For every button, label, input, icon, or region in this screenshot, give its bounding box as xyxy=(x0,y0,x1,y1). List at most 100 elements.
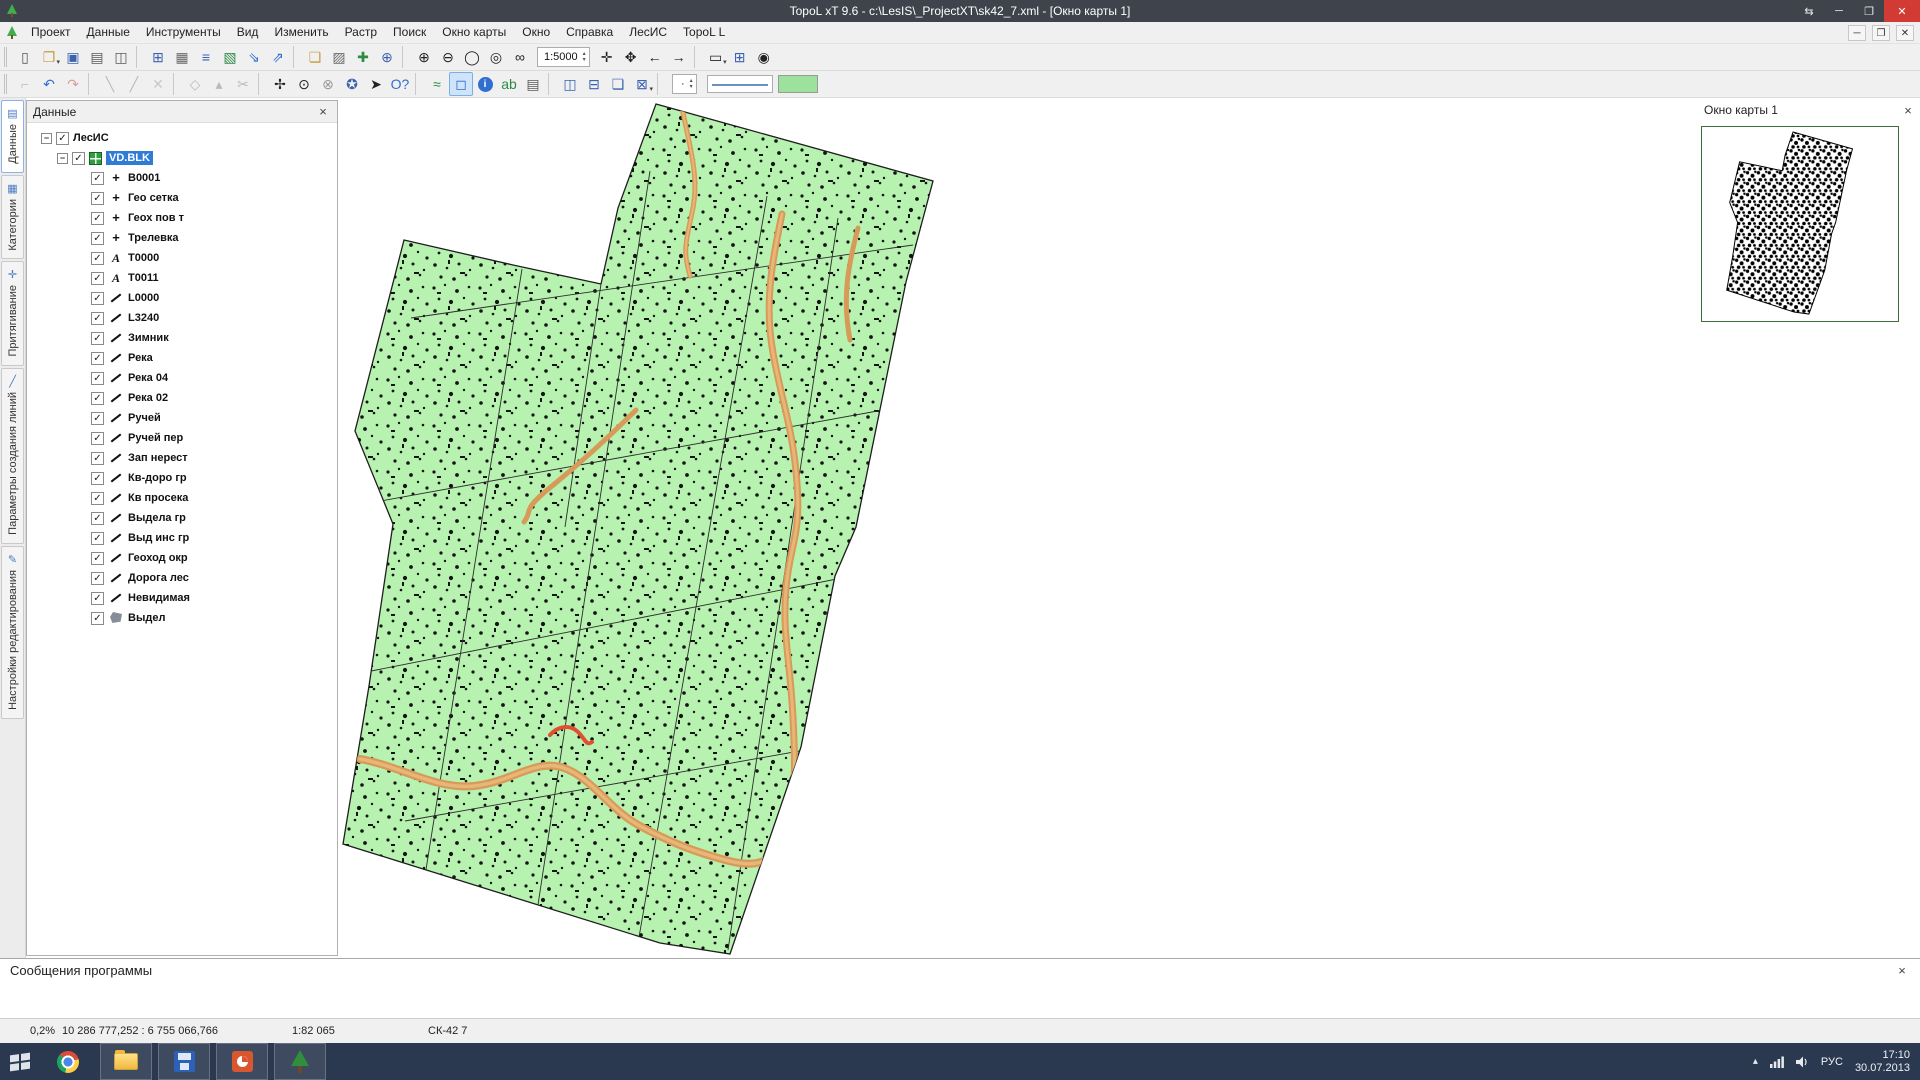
hidden-icons-icon[interactable] xyxy=(1753,1056,1758,1067)
layer-checkbox[interactable] xyxy=(91,172,104,185)
layer-checkbox[interactable] xyxy=(91,272,104,285)
clock[interactable]: 17:10 30.07.2013 xyxy=(1855,1049,1910,1075)
layer-checkbox[interactable] xyxy=(91,392,104,405)
info-icon[interactable]: i xyxy=(473,72,497,96)
import-icon[interactable]: ⇘ xyxy=(242,45,266,69)
layer-checkbox[interactable] xyxy=(91,472,104,485)
undo-icon[interactable]: ↶ xyxy=(37,72,61,96)
layer-checkbox[interactable] xyxy=(91,252,104,265)
draw-line-icon[interactable]: ╲ xyxy=(98,72,122,96)
toolbar-separator[interactable] xyxy=(402,46,409,68)
print-icon[interactable]: ▤ xyxy=(85,45,109,69)
toolbar-separator[interactable] xyxy=(548,73,555,95)
explorer-icon[interactable] xyxy=(100,1043,152,1080)
prev-view-icon[interactable]: ← xyxy=(643,45,667,69)
point-style-combo[interactable]: · xyxy=(672,74,697,94)
scale-combo[interactable]: 1:5000 xyxy=(537,47,590,67)
toolbar-separator[interactable] xyxy=(657,73,664,95)
zoom-all-icon[interactable]: ◎ xyxy=(484,45,508,69)
layer-row[interactable]: Дорога лес xyxy=(27,568,337,588)
select-cursor-icon[interactable]: ➤ xyxy=(364,72,388,96)
layers-icon[interactable]: ▧ xyxy=(218,45,242,69)
layer-checkbox[interactable] xyxy=(91,572,104,585)
toolbar-grip[interactable] xyxy=(4,74,9,94)
mdi-minimize-icon[interactable]: ─ xyxy=(1848,25,1866,41)
collapse-icon[interactable] xyxy=(57,153,68,164)
messages-close-icon[interactable] xyxy=(1894,963,1910,978)
layer-checkbox[interactable] xyxy=(91,432,104,445)
layer-row[interactable]: Выдел xyxy=(27,608,337,628)
hand-icon[interactable]: ✥ xyxy=(619,45,643,69)
select-area-icon[interactable]: ▭ xyxy=(704,45,728,69)
query-icon[interactable]: О? xyxy=(388,72,412,96)
overview-close-icon[interactable] xyxy=(1900,103,1916,118)
layer-checkbox[interactable] xyxy=(91,532,104,545)
new-window-icon[interactable]: ⊞ xyxy=(728,45,752,69)
menu-item[interactable]: Данные xyxy=(79,22,138,43)
tab-snapping[interactable]: ✛ Притягивание xyxy=(1,261,24,366)
hatch-icon[interactable]: ▨ xyxy=(327,45,351,69)
layer-row[interactable]: Река 04 xyxy=(27,368,337,388)
layer-checkbox[interactable] xyxy=(91,312,104,325)
layer-checkbox[interactable] xyxy=(91,612,104,625)
menu-item[interactable]: Поиск xyxy=(385,22,434,43)
layer-row[interactable]: Кв просека xyxy=(27,488,337,508)
folder-icon[interactable]: ❏ xyxy=(303,45,327,69)
tab-line-params[interactable]: ╱ Параметры создания линий xyxy=(1,368,24,544)
layer-checkbox[interactable] xyxy=(91,372,104,385)
tab-data[interactable]: ▤ Данные xyxy=(1,100,24,173)
layer-row[interactable]: B0001 xyxy=(27,168,337,188)
layer-checkbox[interactable] xyxy=(91,332,104,345)
erase-icon[interactable]: ✕ xyxy=(146,72,170,96)
overview-thumbnail[interactable] xyxy=(1701,126,1899,322)
snap-icon[interactable]: ◇ xyxy=(183,72,207,96)
toolbar-separator[interactable] xyxy=(136,46,143,68)
topol-icon[interactable] xyxy=(274,1043,326,1080)
close-icon[interactable]: ✕ xyxy=(1884,0,1920,22)
layer-checkbox[interactable] xyxy=(91,212,104,225)
layer-checkbox[interactable] xyxy=(91,552,104,565)
label-icon[interactable]: ▤ xyxy=(521,72,545,96)
layer-row[interactable]: Река 02 xyxy=(27,388,337,408)
layer-row[interactable]: Река xyxy=(27,348,337,368)
grid-icon[interactable]: ▦ xyxy=(170,45,194,69)
toolbar-grip[interactable] xyxy=(4,47,9,67)
layer-row[interactable]: L0000 xyxy=(27,288,337,308)
pan-icon[interactable]: ✛ xyxy=(595,45,619,69)
toolbar-separator[interactable] xyxy=(293,46,300,68)
color-swatch[interactable] xyxy=(778,75,818,93)
layer-row[interactable]: Зап нерест xyxy=(27,448,337,468)
line-style-preview[interactable] xyxy=(707,75,773,93)
visibility-icon[interactable]: ◉ xyxy=(752,45,776,69)
list-icon[interactable]: ≡ xyxy=(194,45,218,69)
tab-edit-settings[interactable]: ✎ Настройки редактирования xyxy=(1,546,24,719)
layer-checkbox[interactable] xyxy=(91,492,104,505)
layer-checkbox[interactable] xyxy=(91,592,104,605)
volume-icon[interactable] xyxy=(1796,1056,1809,1068)
next-view-icon[interactable]: → xyxy=(667,45,691,69)
toolbar-separator[interactable] xyxy=(88,73,95,95)
toolbar-separator[interactable] xyxy=(173,73,180,95)
mdi-restore-icon[interactable]: ❐ xyxy=(1872,25,1890,41)
layer-checkbox[interactable] xyxy=(91,232,104,245)
root-checkbox[interactable] xyxy=(56,132,69,145)
layer-checkbox[interactable] xyxy=(91,452,104,465)
layer-row[interactable]: Выд инс гр xyxy=(27,528,337,548)
layer-row[interactable]: Геоход окр xyxy=(27,548,337,568)
switch-windows-icon[interactable]: ⇆ xyxy=(1794,0,1824,22)
menu-item[interactable]: Окно xyxy=(514,22,558,43)
layer-row[interactable]: T0000 xyxy=(27,248,337,268)
tile-vertical-icon[interactable]: ⊟ xyxy=(582,72,606,96)
report-icon[interactable]: ◫ xyxy=(109,45,133,69)
block-checkbox[interactable] xyxy=(72,152,85,165)
menu-item[interactable]: Окно карты xyxy=(434,22,514,43)
save-icon[interactable]: ▣ xyxy=(61,45,85,69)
map-canvas[interactable] xyxy=(338,98,1700,956)
toolbar-separator[interactable] xyxy=(258,73,265,95)
menu-item[interactable]: Проект xyxy=(23,22,79,43)
options-icon[interactable]: ≈ xyxy=(425,72,449,96)
layer-checkbox[interactable] xyxy=(91,352,104,365)
search-icon[interactable]: ✪ xyxy=(340,72,364,96)
identify-icon[interactable]: ab xyxy=(497,72,521,96)
menu-item[interactable]: Справка xyxy=(558,22,621,43)
